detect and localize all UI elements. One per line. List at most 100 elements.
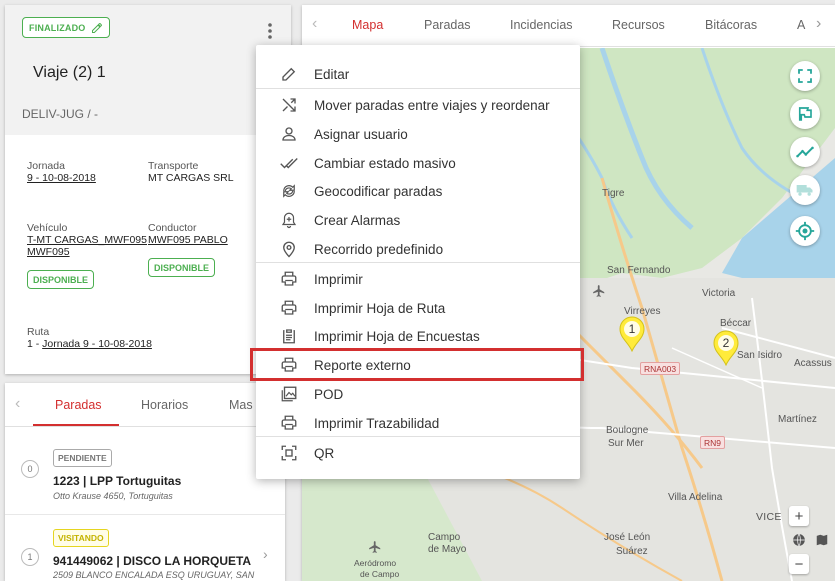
trending-up-icon xyxy=(796,146,814,158)
image-icon xyxy=(278,383,300,405)
tab-recursos[interactable]: Recursos xyxy=(612,18,665,32)
menu-item-recorrido[interactable]: Recorrido predefinido xyxy=(256,235,580,263)
map-label-beccar: Béccar xyxy=(720,318,752,329)
menu-item-label: Mover paradas entre viajes y reordenar xyxy=(314,97,550,113)
menu-item-imprimir-hoja-ruta[interactable]: Imprimir Hoja de Ruta xyxy=(256,294,580,322)
flag-button[interactable] xyxy=(790,99,820,129)
map-label-de-mayo: de Mayo xyxy=(428,544,467,555)
pin-label: 2 xyxy=(722,336,730,350)
user-icon xyxy=(278,123,300,145)
stops-tab-bar: ‹ Paradas Horarios Mas I xyxy=(5,383,285,427)
stop-name: 941449062 | DISCO LA HORQUETA xyxy=(53,554,252,568)
map-label-tigre: Tigre xyxy=(602,188,625,199)
menu-item-editar[interactable]: Editar xyxy=(256,60,580,88)
transporte-field: Transporte MT CARGAS SRL xyxy=(148,160,234,184)
menu-item-asignar-usuario[interactable]: Asignar usuario xyxy=(256,120,580,148)
status-chip[interactable]: FINALIZADO xyxy=(22,17,110,38)
status-badge: VISITANDO xyxy=(53,529,109,547)
tab-paradas[interactable]: Paradas xyxy=(424,18,471,32)
route-button[interactable] xyxy=(790,137,820,167)
vehiculo-field: Vehículo T-MT CARGAS_MWF095 MWF095 xyxy=(27,222,147,258)
stops-card: ‹ Paradas Horarios Mas I 0 PENDIENTE 122… xyxy=(5,383,285,581)
map-pin[interactable]: 1 xyxy=(618,316,646,353)
map-pin[interactable]: 2 xyxy=(712,330,740,367)
zoom-out-button[interactable]: − xyxy=(789,554,809,574)
transporte-value: MT CARGAS SRL xyxy=(148,172,234,184)
menu-item-label: Imprimir xyxy=(314,271,363,287)
map-label-san-isidro: San Isidro xyxy=(737,350,783,361)
menu-item-reporte-externo[interactable]: Reporte externo xyxy=(256,351,580,379)
map-label-de-campo: de Campo xyxy=(360,569,400,579)
globe-icon xyxy=(793,533,805,547)
chevron-right-icon[interactable]: › xyxy=(263,546,268,562)
tab-more[interactable]: A xyxy=(797,18,805,32)
menu-item-qr[interactable]: QR xyxy=(256,439,580,467)
menu-item-imprimir[interactable]: Imprimir xyxy=(256,265,580,293)
list-item[interactable]: 0 PENDIENTE 1223 | LPP Tortuguitas Otto … xyxy=(5,445,285,515)
map-label-martinez: Martínez xyxy=(778,414,817,425)
menu-item-label: Imprimir Hoja de Ruta xyxy=(314,300,446,316)
crosshair-icon xyxy=(795,221,815,241)
double-check-icon xyxy=(278,152,300,174)
list-item[interactable]: 1 VISITANDO 941449062 | DISCO LA HORQUET… xyxy=(5,526,285,581)
menu-item-cambiar-estado[interactable]: Cambiar estado masivo xyxy=(256,149,580,177)
vehiculo-link-line2[interactable]: MWF095 xyxy=(27,246,147,258)
menu-item-label: Imprimir Trazabilidad xyxy=(314,415,440,431)
chevron-right-icon[interactable]: › xyxy=(816,15,821,33)
globe-button[interactable] xyxy=(789,530,809,550)
ruta-label: Ruta xyxy=(27,326,50,338)
conductor-link[interactable]: MWF095 PABLO xyxy=(148,234,228,246)
pencil-icon xyxy=(91,22,102,33)
trip-header: FINALIZADO Viaje (2) 1 DELIV-JUG / - xyxy=(5,5,291,135)
tab-horarios[interactable]: Horarios xyxy=(141,398,188,412)
menu-item-imprimir-trazabilidad[interactable]: Imprimir Trazabilidad xyxy=(256,409,580,437)
jornada-link[interactable]: 9 - 10-08-2018 xyxy=(27,172,96,184)
map-label-boulogne: Boulogne xyxy=(606,425,649,436)
chevron-left-icon[interactable]: ‹ xyxy=(312,15,317,33)
road-shield-rn9: RN9 xyxy=(700,436,726,449)
printer-icon xyxy=(278,354,300,376)
map-label-sur-mer: Sur Mer xyxy=(608,438,644,449)
fullscreen-icon xyxy=(798,69,812,83)
menu-item-label: QR xyxy=(314,445,335,461)
active-tab-indicator xyxy=(33,424,119,426)
menu-item-label: POD xyxy=(314,386,344,402)
stop-address: 2509 BLANCO ENCALADA ESQ URUGUAY, SAN xyxy=(53,570,255,580)
vehiculo-link[interactable]: T-MT CARGAS_MWF095 xyxy=(27,234,147,246)
zoom-in-button[interactable]: + xyxy=(789,506,809,526)
menu-item-label: Crear Alarmas xyxy=(314,212,401,228)
menu-item-pod[interactable]: POD xyxy=(256,380,580,408)
ruta-field: Ruta 1 - Jornada 9 - 10-08-2018 xyxy=(27,326,152,350)
map-icon xyxy=(816,534,828,546)
map-label-villa-adelina: Villa Adelina xyxy=(668,492,723,503)
more-options-button[interactable] xyxy=(258,19,282,43)
vehiculo-status-badge: DISPONIBLE xyxy=(27,270,95,289)
locate-button[interactable] xyxy=(790,216,820,246)
menu-item-crear-alarmas[interactable]: Crear Alarmas xyxy=(256,206,580,234)
tab-paradas[interactable]: Paradas xyxy=(55,398,102,412)
tab-bitacoras[interactable]: Bitácoras xyxy=(705,18,757,32)
jornada-field: Jornada 9 - 10-08-2018 xyxy=(27,160,96,184)
truck-button[interactable] xyxy=(790,175,820,205)
tab-mapa[interactable]: Mapa xyxy=(352,18,383,32)
status-badge: PENDIENTE xyxy=(53,449,112,467)
qr-scan-icon xyxy=(278,442,300,464)
pencil-icon xyxy=(278,63,300,85)
location-pin-icon xyxy=(278,238,300,260)
kebab-icon xyxy=(268,23,272,39)
menu-divider xyxy=(256,262,580,263)
tab-mas[interactable]: Mas I xyxy=(229,398,260,412)
chevron-left-icon[interactable]: ‹ xyxy=(15,395,20,413)
ruta-link[interactable]: Jornada 9 - 10-08-2018 xyxy=(42,338,152,350)
map-layers-button[interactable] xyxy=(812,530,832,550)
transporte-label: Transporte xyxy=(148,160,199,172)
fullscreen-button[interactable] xyxy=(790,61,820,91)
stop-name: 1223 | LPP Tortuguitas xyxy=(53,474,182,488)
tab-incidencias[interactable]: Incidencias xyxy=(510,18,573,32)
menu-item-geocodificar[interactable]: Geocodificar paradas xyxy=(256,177,580,205)
menu-item-imprimir-encuestas[interactable]: Imprimir Hoja de Encuestas xyxy=(256,322,580,350)
map-label-san-fernando: San Fernando xyxy=(607,265,671,276)
menu-item-mover-paradas[interactable]: Mover paradas entre viajes y reordenar xyxy=(256,91,580,119)
printer-icon xyxy=(278,412,300,434)
menu-item-label: Cambiar estado masivo xyxy=(314,155,456,171)
